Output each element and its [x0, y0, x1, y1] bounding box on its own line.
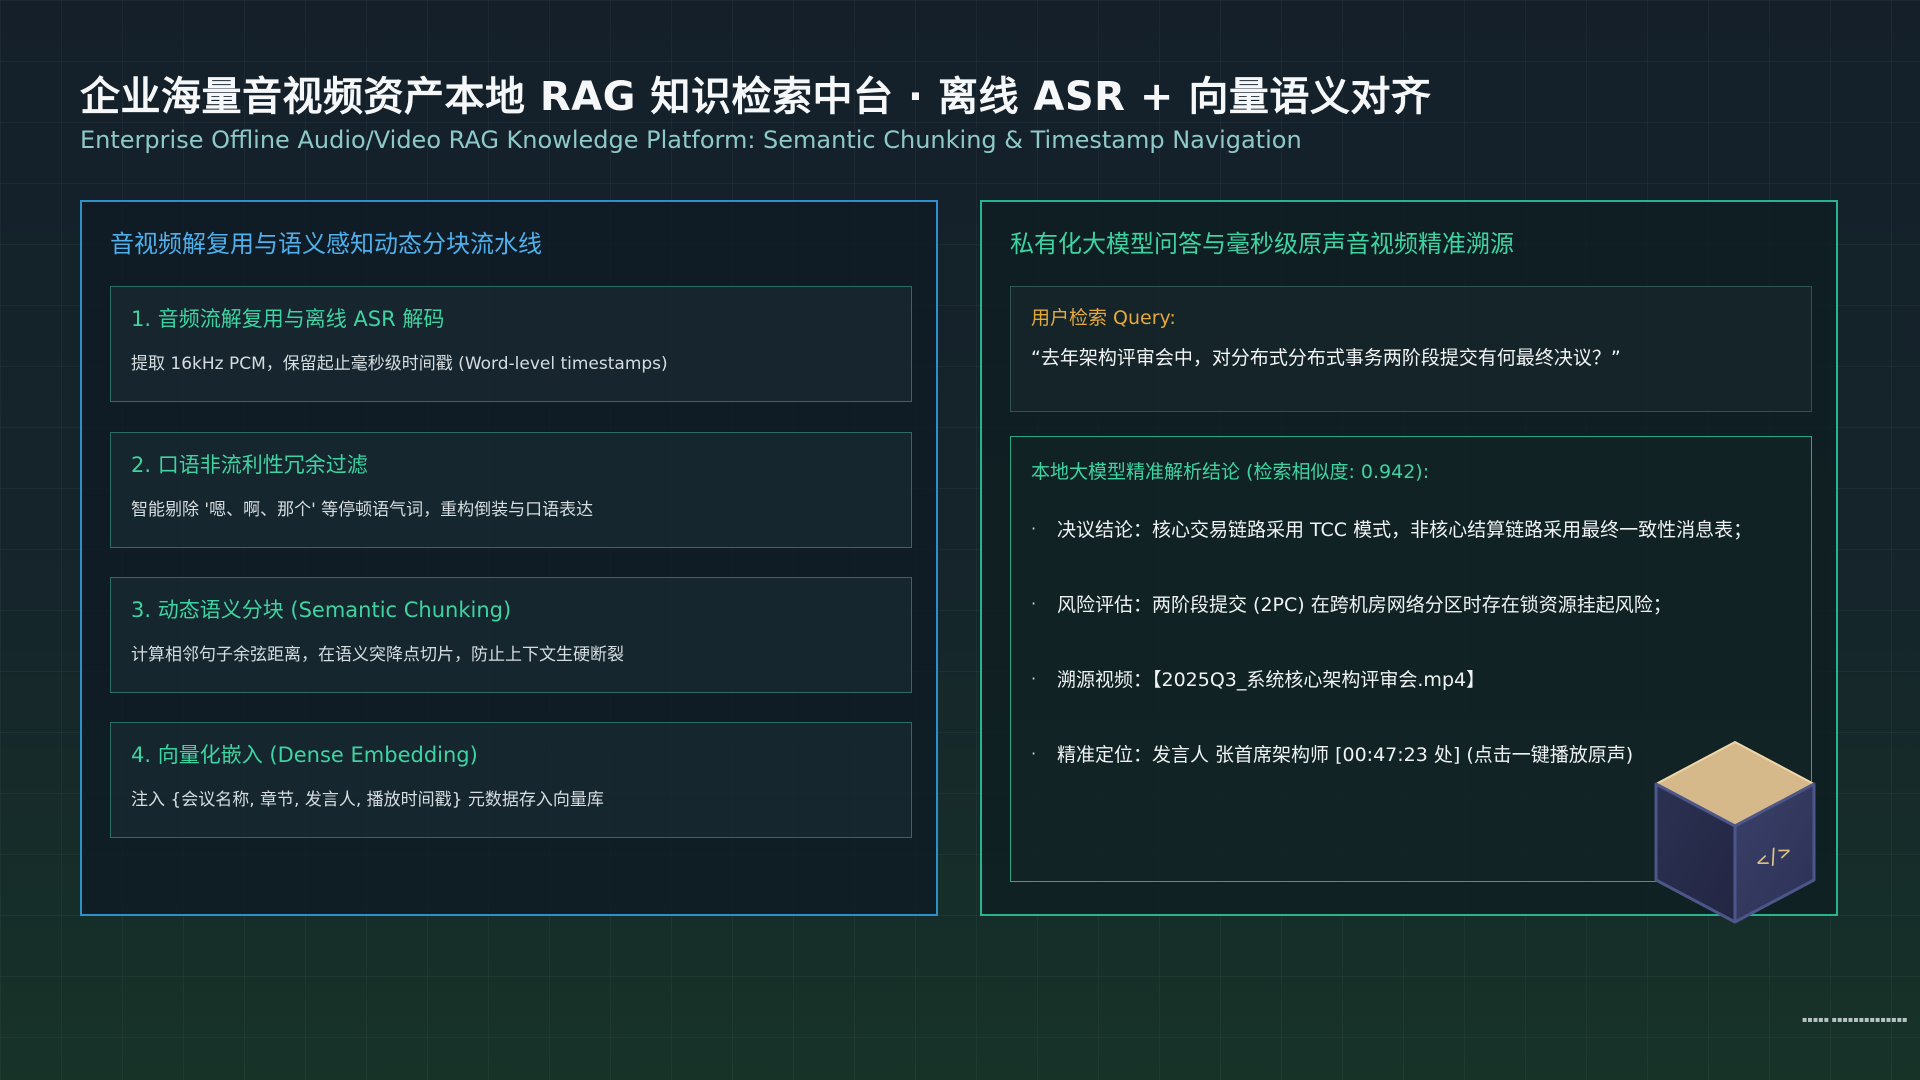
pipeline-step-1: 1. 音频流解复用与离线 ASR 解码 提取 16kHz PCM，保留起止毫秒级… — [110, 286, 912, 402]
step-description: 注入 {会议名称, 章节, 发言人, 播放时间戳} 元数据存入向量库 — [131, 790, 604, 810]
query-label: 用户检索 Query: — [1031, 307, 1176, 329]
pipeline-step-2: 2. 口语非流利性冗余过滤 智能剔除 '嗯、啊、那个' 等停顿语气词，重构倒装与… — [110, 432, 912, 548]
answer-bullet-risk: · 风险评估：两阶段提交 (2PC) 在跨机房网络分区时存在锁资源挂起风险； — [1031, 590, 1791, 617]
cube-graphic: </> — [1654, 741, 1816, 924]
answer-heading: 本地大模型精准解析结论 (检索相似度: 0.942): — [1031, 461, 1430, 483]
pipeline-step-3: 3. 动态语义分块 (Semantic Chunking) 计算相邻句子余弦距离… — [110, 577, 912, 693]
bullet-text: 决议结论：核心交易链路采用 TCC 模式，非核心结算链路采用最终一致性消息表； — [1057, 519, 1753, 541]
bullet-text: 风险评估：两阶段提交 (2PC) 在跨机房网络分区时存在锁资源挂起风险； — [1057, 594, 1672, 616]
bullet-marker: · — [1031, 594, 1037, 613]
code-cube-icon: </> — [1650, 738, 1820, 928]
pipeline-panel: 音视频解复用与语义感知动态分块流水线 1. 音频流解复用与离线 ASR 解码 提… — [80, 200, 938, 916]
page-title: 企业海量音视频资产本地 RAG 知识检索中台 · 离线 ASR + 向量语义对齐 — [80, 74, 1432, 120]
step-title: 1. 音频流解复用与离线 ASR 解码 — [131, 307, 445, 331]
page-subtitle: Enterprise Offline Audio/Video RAG Knowl… — [80, 126, 1302, 154]
footer-note: ▪▪▪▪▪ ▪▪▪▪▪▪▪▪▪▪▪▪▪▪ — [1802, 1015, 1908, 1024]
qa-panel-title: 私有化大模型问答与毫秒级原声音视频精准溯源 — [1010, 230, 1514, 258]
step-title: 4. 向量化嵌入 (Dense Embedding) — [131, 743, 478, 767]
step-description: 智能剔除 '嗯、啊、那个' 等停顿语气词，重构倒装与口语表达 — [131, 500, 594, 520]
step-description: 计算相邻句子余弦距离，在语义突降点切片，防止上下文生硬断裂 — [131, 645, 624, 665]
bullet-text: 溯源视频：【2025Q3_系统核心架构评审会.mp4】 — [1057, 669, 1486, 691]
query-card: 用户检索 Query: “去年架构评审会中，对分布式分布式事务两阶段提交有何最终… — [1010, 286, 1812, 412]
answer-bullet-source-video[interactable]: · 溯源视频：【2025Q3_系统核心架构评审会.mp4】 — [1031, 665, 1791, 692]
answer-bullet-decision: · 决议结论：核心交易链路采用 TCC 模式，非核心结算链路采用最终一致性消息表… — [1031, 515, 1791, 542]
bullet-text: 精准定位：发言人 张首席架构师 [00:47:23 处] (点击一键播放原声) — [1057, 744, 1634, 766]
bullet-marker: · — [1031, 744, 1037, 763]
pipeline-step-4: 4. 向量化嵌入 (Dense Embedding) 注入 {会议名称, 章节,… — [110, 722, 912, 838]
pipeline-panel-title: 音视频解复用与语义感知动态分块流水线 — [110, 230, 542, 258]
step-description: 提取 16kHz PCM，保留起止毫秒级时间戳 (Word-level time… — [131, 354, 668, 374]
bullet-marker: · — [1031, 669, 1037, 688]
step-title: 2. 口语非流利性冗余过滤 — [131, 453, 368, 477]
step-title: 3. 动态语义分块 (Semantic Chunking) — [131, 598, 512, 622]
bullet-marker: · — [1031, 519, 1037, 538]
query-text: “去年架构评审会中，对分布式分布式事务两阶段提交有何最终决议？” — [1031, 347, 1621, 369]
